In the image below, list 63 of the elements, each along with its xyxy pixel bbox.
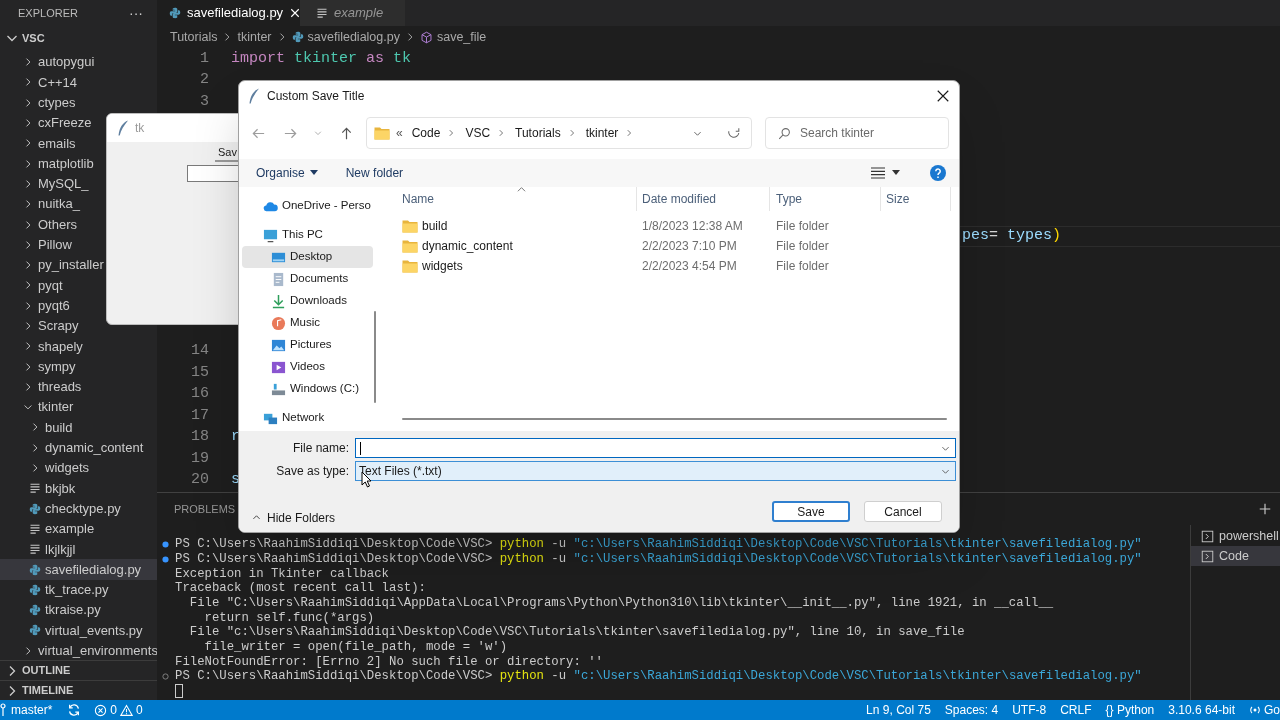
line-number: 1 [200,49,209,67]
field-label: Save as type: [275,463,349,480]
line-number: 20 [191,471,209,488]
line-number: 19 [191,449,209,467]
line-number: 17 [191,406,209,424]
field-label: File name: [291,440,349,457]
terminal-line: PS C:\Users\RaahimSiddiqi\Desktop\Code\VSC> python -u "c:\Users\RaahimSiddiqi\Desktop\Code\VSC\Tutorials\tkinter\savefiledialog.py" [175,550,1142,568]
date-modified: 2/2/2023 7:10 PM [642,239,737,253]
terminal-line: Exception in Tkinter callback [175,565,389,582]
folder-name: matplotlib [38,154,94,173]
file-name: tkraise.py [45,601,101,620]
window-title: Custom Save Title [267,88,365,105]
line-number: 14 [191,342,209,359]
folder-name: ctypes [38,94,76,112]
folder-name: MySQL_ [38,175,89,194]
date-modified: 2/2/2023 4:54 PM [642,259,737,273]
folder-name: tkinter [38,398,74,417]
line-number: 3 [200,92,209,110]
code-line: import tkinter as tk [231,49,412,67]
terminal-line: FileNotFoundError: [Errno 2] No such file or directory: '' [175,653,603,670]
folder-name: threads [38,378,82,397]
file-type: File folder [776,219,829,233]
terminal-line: PS C:\Users\RaahimSiddiqi\Desktop\Code\VSC> python -u "c:\Users\RaahimSiddiqi\Desktop\Code\VSC\Tutorials\tkinter\savefiledialog.py" [175,536,1142,553]
folder-name: nuitka_ [38,195,80,214]
line-number: 2 [200,71,209,88]
folder-name: pyqt [38,276,63,295]
file-name: savefiledialog.py [45,560,142,579]
folder-name: build [45,418,73,437]
folder-name: widgets [45,459,90,478]
folder-name: shapely [38,337,83,356]
sidebar-title: EXPLORER [18,5,78,21]
line-number: 16 [191,385,209,402]
date-modified: 1/8/2023 12:38 AM [642,219,743,233]
terminal-line: return self.func(*args) [203,609,375,626]
file-name: bkjbk [45,479,76,498]
folder-name: Pillow [38,236,72,255]
folder-name: cxFreeze [38,114,92,133]
folder-name: autopygui [38,53,95,72]
terminal-line: file_writer = open(file_path, mode = 'w') [203,638,508,656]
folder-name: sympy [38,357,76,376]
file-type: File folder [776,239,829,253]
terminal-line: File "c:\Users\RaahimSiddiqi\Desktop\Code\VSC\Tutorials\tkinter\savefiledialog.py", line 10, in save_file [188,624,965,641]
folder-name: dynamic_content [45,439,144,458]
code-line: pes= types) [962,226,1062,246]
folder-name: virtual_environments [38,642,157,660]
folder-name: Scrapy [38,317,79,336]
line-number: 15 [191,363,209,381]
folder-name: Others [38,215,77,234]
folder-name: C++14 [38,73,78,92]
file-name: tk_trace.py [45,581,109,600]
file-name: example [45,520,95,539]
window-title: tk [135,120,145,137]
terminal-line: PS C:\Users\RaahimSiddiqi\Desktop\Code\VSC> python -u "c:\Users\RaahimSiddiqi\Desktop\Code\VSC\Tutorials\tkinter\savefiledialog.py" [175,668,1142,686]
file-name: virtual_events.py [45,621,143,640]
folder-name: py_installer [38,256,104,275]
terminal-line: File "C:\Users\RaahimSiddiqi\AppData\Local\Programs\Python\Python310\lib\tkinter\__init__.py", line 1921, in __call__ [188,594,1054,612]
folder-name: emails [38,134,76,153]
file-type: File folder [776,259,829,273]
line-number: 18 [191,428,209,445]
file-name: checktype.py [45,499,121,518]
terminal-line: Traceback (most recent call last): [175,580,426,597]
file-name: lkjlkjjl [45,540,76,559]
folder-name: pyqt6 [38,296,70,315]
